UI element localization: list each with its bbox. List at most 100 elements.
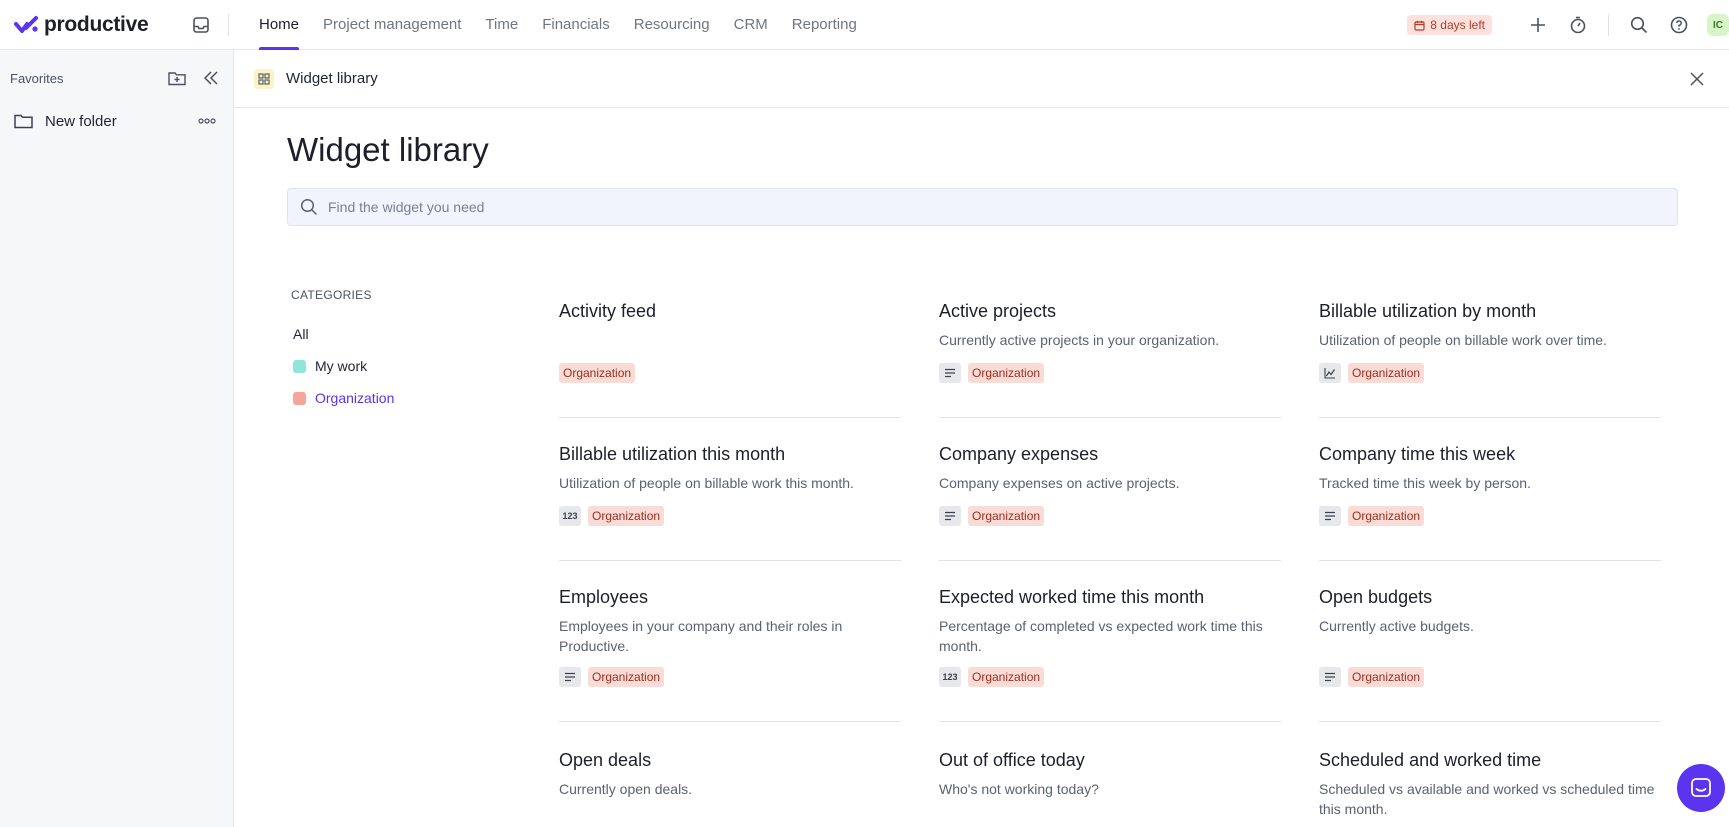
favorites-title: Favorites (10, 70, 64, 86)
widget-card[interactable]: Activity feed Organization (559, 300, 901, 418)
nav-item-project-management[interactable]: Project management (311, 0, 473, 50)
widget-title: Company time this week (1319, 444, 1516, 464)
widget-title: Open deals (559, 750, 652, 770)
widget-title: Activity feed (559, 301, 657, 321)
favorites-header: Favorites (0, 50, 233, 106)
widget-description: Utilization of people on billable work t… (559, 475, 854, 491)
close-panel-button[interactable] (1685, 67, 1709, 91)
trial-label: 8 days left (1430, 18, 1485, 32)
widget-title: Expected worked time this month (939, 587, 1205, 607)
panel-header-title: Widget library (286, 70, 378, 87)
help-icon (1670, 16, 1688, 34)
widget-description: Tracked time this week by person. (1319, 475, 1531, 491)
widget-description: Percentage of completed vs expected work… (939, 618, 1263, 654)
category-tag: Organization (1348, 506, 1425, 526)
category-organization[interactable]: Organization (291, 382, 491, 414)
category-swatch (293, 359, 306, 373)
widget-search-input[interactable] (328, 199, 1628, 215)
folder-plus-icon (168, 72, 186, 86)
panel-header: Widget library (234, 50, 1729, 108)
widget-tags: 123 Organization (939, 667, 1045, 687)
nav-item-reporting[interactable]: Reporting (780, 0, 869, 50)
chat-icon (1691, 778, 1711, 797)
widget-description: Scheduled vs available and worked vs sch… (1319, 781, 1655, 817)
widget-card[interactable]: Expected worked time this month Percentag… (939, 586, 1281, 722)
category-label: Organization (315, 390, 395, 406)
widget-card[interactable]: Open budgets Currently active budgets. Org… (1319, 586, 1661, 722)
sidebar-folder[interactable]: New folder (0, 106, 233, 136)
productive-logo-icon (14, 15, 38, 33)
app-name: productive (44, 12, 149, 36)
line-chart-icon (1319, 363, 1341, 383)
folder-label: New folder (45, 112, 117, 130)
widget-description: Employees in your company and their role… (559, 618, 843, 654)
search-button[interactable] (1627, 13, 1651, 37)
chat-button[interactable] (1677, 764, 1725, 812)
new-folder-button[interactable] (165, 66, 189, 90)
collapse-sidebar-button[interactable] (199, 66, 223, 90)
category-tag: Organization (588, 506, 665, 526)
nav-item-time[interactable]: Time (473, 0, 530, 50)
category-all[interactable]: All (291, 318, 491, 350)
nav-item-crm[interactable]: CRM (722, 0, 780, 50)
category-tag: Organization (968, 363, 1045, 383)
category-tag: Organization (968, 506, 1045, 526)
close-icon (1690, 71, 1704, 86)
category-tag: Organization (1348, 667, 1425, 687)
widget-title: Out of office today (939, 750, 1085, 770)
widget-tags: Organization (1319, 363, 1425, 383)
widget-title: Billable utilization this month (559, 444, 786, 464)
widget-title: Billable utilization by month (1319, 301, 1537, 321)
list-icon (939, 363, 961, 383)
category-tag: Organization (588, 667, 665, 687)
stopwatch-icon (1570, 16, 1586, 34)
widget-tags: Organization (559, 363, 636, 383)
logo[interactable]: productive (0, 13, 188, 37)
widget-library-panel: Widget library Widget library CATEGORIES… (234, 50, 1729, 827)
widget-tags: Organization (559, 667, 665, 687)
nav-item-home[interactable]: Home (247, 0, 311, 50)
widget-card[interactable]: Company expenses Company expenses on acti… (939, 443, 1281, 561)
avatar[interactable]: IC (1707, 14, 1729, 36)
timer-button[interactable] (1566, 13, 1590, 37)
double-chevron-left-icon (203, 71, 218, 85)
category-label: All (293, 326, 309, 342)
widget-card[interactable]: Active projects Currently active projects… (939, 300, 1281, 418)
category-swatch (293, 391, 306, 405)
widget-tags: 123 Organization (559, 506, 665, 526)
page-title: Widget library (287, 131, 489, 168)
more-horizontal-icon (198, 118, 216, 124)
category-tag: Organization (1348, 363, 1425, 383)
widget-title: Scheduled and worked time (1319, 750, 1542, 770)
categories-heading: CATEGORIES (291, 288, 372, 302)
nav-item-resourcing[interactable]: Resourcing (622, 0, 722, 50)
widget-card[interactable]: Open deals Currently open deals. (559, 749, 901, 827)
folder-more-button[interactable] (195, 109, 219, 133)
sidebar: Favorites New folder (0, 50, 234, 827)
widget-description: Currently active projects in your organi… (939, 332, 1220, 348)
nav-item-financials[interactable]: Financials (530, 0, 622, 50)
widget-card[interactable]: Billable utilization by month Utilization… (1319, 300, 1661, 418)
trial-badge[interactable]: 8 days left (1407, 15, 1492, 35)
widget-card[interactable]: Scheduled and worked time Scheduled vs av… (1319, 749, 1661, 827)
category-tag: Organization (968, 667, 1045, 687)
divider (1608, 14, 1609, 36)
add-button[interactable] (1526, 13, 1550, 37)
widget-tags: Organization (939, 363, 1045, 383)
category-my-work[interactable]: My work (291, 350, 491, 382)
widget-card[interactable]: Employees Employees in your company and t… (559, 586, 901, 722)
help-button[interactable] (1667, 13, 1691, 37)
search-icon (1630, 16, 1648, 34)
widget-tags: Organization (1319, 506, 1425, 526)
widget-card[interactable]: Out of office today Who's not working tod… (939, 749, 1281, 827)
inbox-button[interactable] (188, 12, 214, 38)
search-icon (300, 198, 318, 216)
list-icon (939, 506, 961, 526)
calendar-icon (1414, 20, 1425, 31)
folder-icon (14, 114, 33, 129)
widget-card[interactable]: Billable utilization this month Utilizati… (559, 443, 901, 561)
widget-title: Employees (559, 587, 649, 607)
plus-icon (1531, 18, 1545, 32)
widget-card[interactable]: Company time this week Tracked time this … (1319, 443, 1661, 561)
widget-search[interactable] (287, 188, 1678, 226)
